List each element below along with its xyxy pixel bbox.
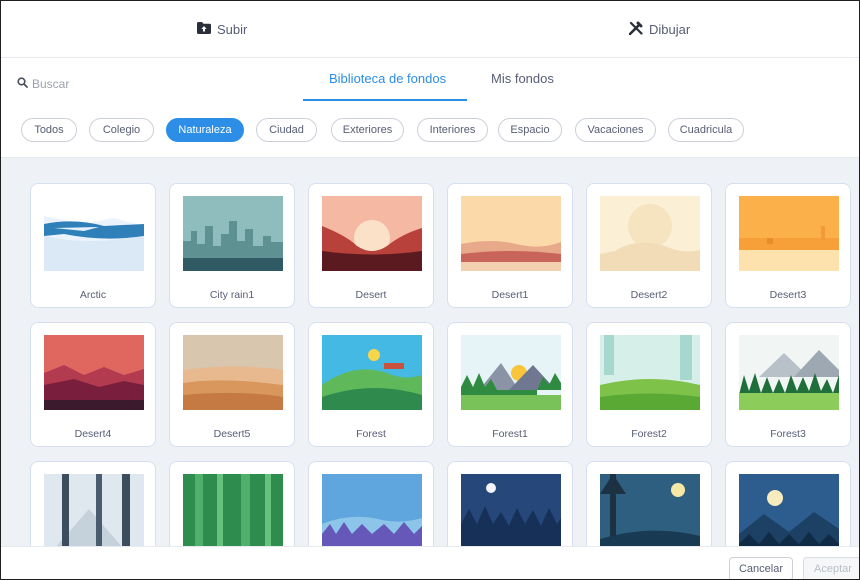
draw-label: Dibujar [649, 21, 691, 37]
backdrop-card-forest2[interactable]: Forest2 [586, 322, 712, 447]
backdrop-card-forest1[interactable]: Forest1 [447, 322, 573, 447]
backdrop-name: Forest2 [631, 428, 667, 440]
backdrop-card-desert2[interactable]: Desert2 [586, 183, 712, 308]
draw-tools-icon [628, 21, 643, 38]
backdrop-card-desert[interactable]: Desert [308, 183, 434, 308]
search-box [17, 77, 152, 91]
backdrop-library-dialog: Subir Dibujar Biblioteca de fondos Mis f… [0, 0, 860, 580]
backdrop-name: Desert5 [213, 428, 251, 440]
dialog-footer: Cancelar Aceptar [1, 546, 859, 579]
night-mountains-thumbnail [739, 474, 839, 549]
backdrop-name: Forest1 [492, 428, 528, 440]
category-chip-cuadricula[interactable]: Cuadricula [668, 118, 744, 142]
upload-button[interactable]: Subir [197, 1, 247, 57]
category-chip-interiores[interactable]: Interiores [417, 118, 488, 142]
desert-thumbnail [322, 196, 422, 271]
backdrop-name: Desert2 [630, 289, 668, 301]
desert3-thumbnail [739, 196, 839, 271]
city-rain-thumbnail [183, 196, 283, 271]
backdrop-name: Forest [356, 428, 386, 440]
backdrop-name: Desert1 [491, 289, 529, 301]
backdrop-name: Desert4 [74, 428, 112, 440]
category-chip-vacaciones[interactable]: Vacaciones [575, 118, 656, 142]
backdrop-card-forest[interactable]: Forest [308, 322, 434, 447]
forest2-thumbnail [600, 335, 700, 410]
blue-lake-thumbnail [322, 474, 422, 549]
backdrop-name: Desert3 [769, 289, 807, 301]
forest1-thumbnail [461, 335, 561, 410]
backdrop-card-desert5[interactable]: Desert5 [169, 322, 295, 447]
desert2-thumbnail [600, 196, 700, 271]
desert4-thumbnail [44, 335, 144, 410]
backdrop-grid: Arctic City rain1 Desert Desert1 Desert2 [1, 158, 859, 579]
tab-backdrop-library[interactable]: Biblioteca de fondos [329, 71, 446, 86]
forest3-thumbnail [739, 335, 839, 410]
night-forest-thumbnail [461, 474, 561, 549]
desert1-thumbnail [461, 196, 561, 271]
green-woods-thumbnail [183, 474, 283, 549]
tab-my-backdrops[interactable]: Mis fondos [491, 71, 554, 86]
backdrop-card-desert1[interactable]: Desert1 [447, 183, 573, 308]
backdrop-card-forest3[interactable]: Forest3 [725, 322, 851, 447]
search-icon [17, 77, 28, 91]
category-chip-exteriores[interactable]: Exteriores [331, 118, 404, 142]
category-chip-ciudad[interactable]: Ciudad [256, 118, 317, 142]
draw-button[interactable]: Dibujar [628, 1, 691, 57]
backdrop-card-desert4[interactable]: Desert4 [30, 322, 156, 447]
category-chip-todos[interactable]: Todos [21, 118, 77, 142]
upload-folder-icon [197, 21, 211, 37]
forest-thumbnail [322, 335, 422, 410]
desert5-thumbnail [183, 335, 283, 410]
backdrop-name: Forest3 [770, 428, 806, 440]
backdrop-card-city-rain1[interactable]: City rain1 [169, 183, 295, 308]
upload-label: Subir [217, 21, 248, 37]
winter-forest-thumbnail [44, 474, 144, 549]
accept-button[interactable]: Aceptar [803, 557, 859, 579]
backdrop-name: Arctic [79, 289, 107, 301]
backdrop-card-desert3[interactable]: Desert3 [725, 183, 851, 308]
moon-woods-thumbnail [600, 474, 700, 549]
cancel-button[interactable]: Cancelar [729, 557, 793, 579]
category-chip-espacio[interactable]: Espacio [498, 118, 562, 142]
backdrop-name: Desert [355, 289, 387, 301]
category-chip-colegio[interactable]: Colegio [89, 118, 154, 142]
arctic-thumbnail [44, 196, 144, 271]
search-and-tabs-row: Biblioteca de fondos Mis fondos [1, 57, 859, 101]
search-input[interactable] [32, 77, 152, 91]
category-filter-bar: Todos Colegio Naturaleza Ciudad Exterior… [1, 101, 859, 158]
backdrop-name: City rain1 [209, 289, 255, 301]
category-chip-naturaleza[interactable]: Naturaleza [166, 118, 244, 142]
backdrop-card-arctic[interactable]: Arctic [30, 183, 156, 308]
action-bar: Subir Dibujar [1, 1, 859, 58]
